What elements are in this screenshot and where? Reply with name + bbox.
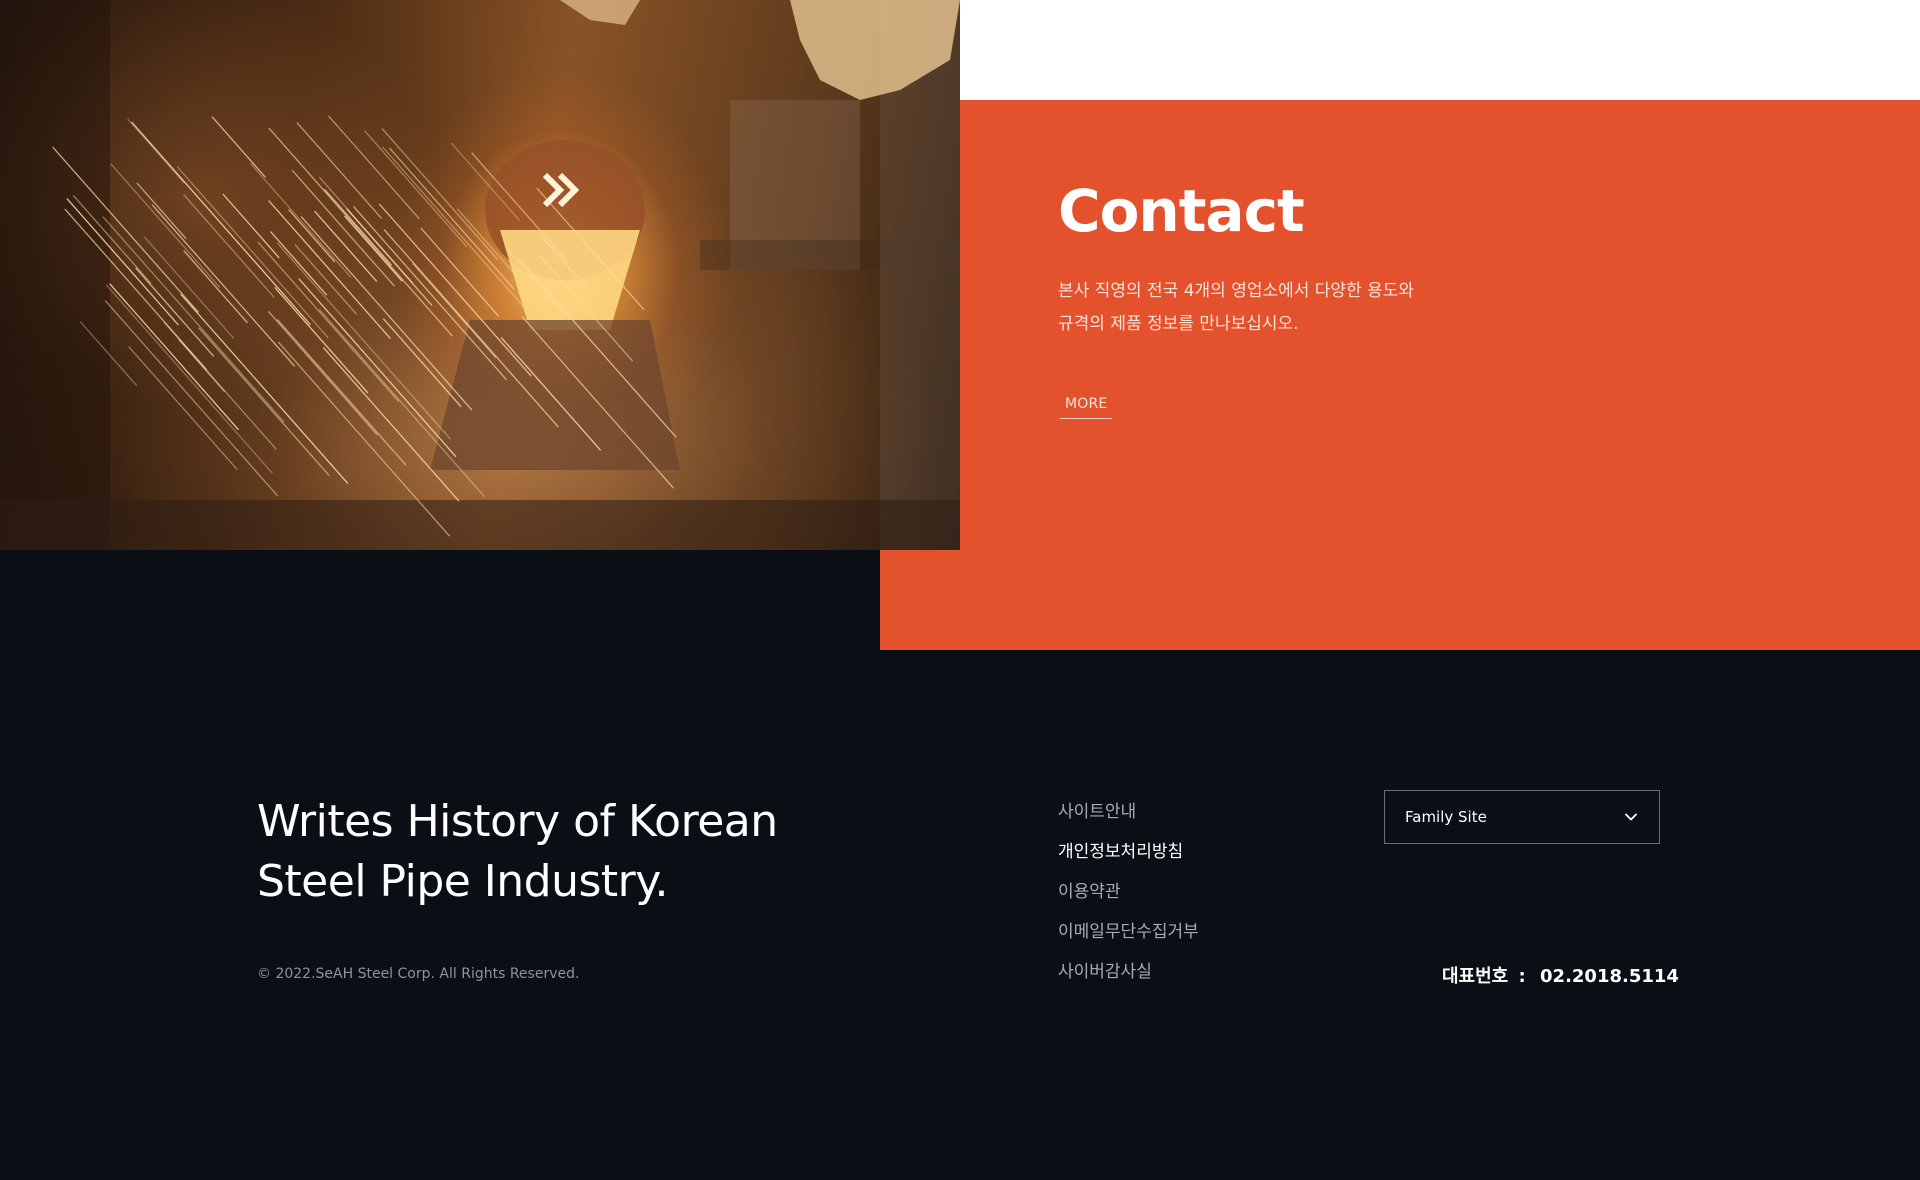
spark-streak bbox=[198, 327, 330, 477]
spark-streak bbox=[267, 310, 378, 436]
spark-streak bbox=[176, 166, 329, 339]
spark-streak bbox=[412, 262, 497, 359]
top-white-strip bbox=[960, 0, 1920, 100]
phone-number: 02.2018.5114 bbox=[1540, 966, 1679, 987]
family-site-label: Family Site bbox=[1405, 808, 1487, 826]
footer-tagline: Writes History of Korean Steel Pipe Indu… bbox=[257, 792, 857, 912]
more-link[interactable]: MORE bbox=[1060, 396, 1113, 419]
spark-streak bbox=[135, 267, 215, 357]
spark-streak bbox=[294, 244, 357, 315]
welder-sparks-photo bbox=[0, 0, 960, 550]
spark-streak bbox=[353, 205, 508, 381]
spark-streak bbox=[109, 283, 239, 431]
spark-streak bbox=[127, 118, 185, 184]
spark-streak bbox=[136, 182, 187, 240]
phone-separator: : bbox=[1518, 966, 1526, 987]
spark-streak bbox=[183, 250, 248, 324]
spark-streak bbox=[110, 163, 221, 288]
chevron-down-icon bbox=[1625, 813, 1637, 821]
contact-description-line-2: 규격의 제품 정보를 만나보십시오. bbox=[1058, 314, 1299, 334]
spark-streak bbox=[274, 286, 369, 394]
footer-link-site-guide[interactable]: 사이트안내 bbox=[1058, 800, 1199, 840]
contact-description: 본사 직영의 전국 4개의 영업소에서 다양한 용도와 규격의 제품 정보를 만… bbox=[1058, 275, 1478, 341]
spark-streak bbox=[180, 293, 349, 485]
spark-streak bbox=[381, 127, 499, 261]
spark-streak bbox=[344, 215, 403, 282]
spark-streak bbox=[420, 227, 500, 317]
spark-streak bbox=[211, 116, 266, 178]
phone-label: 대표번호 bbox=[1442, 966, 1509, 987]
spark-streak bbox=[364, 130, 468, 248]
spark-streak bbox=[318, 176, 414, 285]
footer-link-cyber-audit[interactable]: 사이버감사실 bbox=[1058, 960, 1199, 1000]
contact-description-line-1: 본사 직영의 전국 4개의 영업소에서 다양한 용도와 bbox=[1058, 281, 1415, 301]
copyright-text: © 2022.SeAH Steel Corp. All Rights Reser… bbox=[257, 966, 580, 982]
footer-link-email-refusal[interactable]: 이메일무단수집거부 bbox=[1058, 920, 1199, 960]
footer-tagline-line-2: Steel Pipe Industry. bbox=[257, 856, 669, 907]
contact-title: Contact bbox=[1058, 177, 1305, 245]
spark-streak bbox=[298, 278, 457, 458]
spark-streak bbox=[276, 318, 407, 466]
spark-streak bbox=[300, 216, 473, 411]
footer-link-terms-of-use[interactable]: 이용약관 bbox=[1058, 880, 1199, 920]
spark-streak bbox=[268, 200, 391, 340]
spark-streak bbox=[102, 216, 285, 423]
footer-links: 사이트안내 개인정보처리방침 이용약관 이메일무단수집거부 사이버감사실 bbox=[1058, 800, 1199, 1000]
footer-link-privacy-policy[interactable]: 개인정보처리방침 bbox=[1058, 840, 1199, 880]
footer-tagline-line-1: Writes History of Korean bbox=[257, 796, 778, 847]
phone-info: 대표번호 : 02.2018.5114 bbox=[1442, 962, 1679, 988]
family-site-select[interactable]: Family Site bbox=[1384, 790, 1660, 844]
spark-streak bbox=[296, 122, 383, 220]
contact-panel-extension bbox=[880, 550, 1920, 650]
spark-streak bbox=[276, 242, 451, 440]
spark-streak bbox=[104, 299, 279, 497]
spark-streak bbox=[288, 209, 336, 263]
sparks-overlay bbox=[0, 0, 960, 550]
spark-streak bbox=[128, 346, 238, 470]
